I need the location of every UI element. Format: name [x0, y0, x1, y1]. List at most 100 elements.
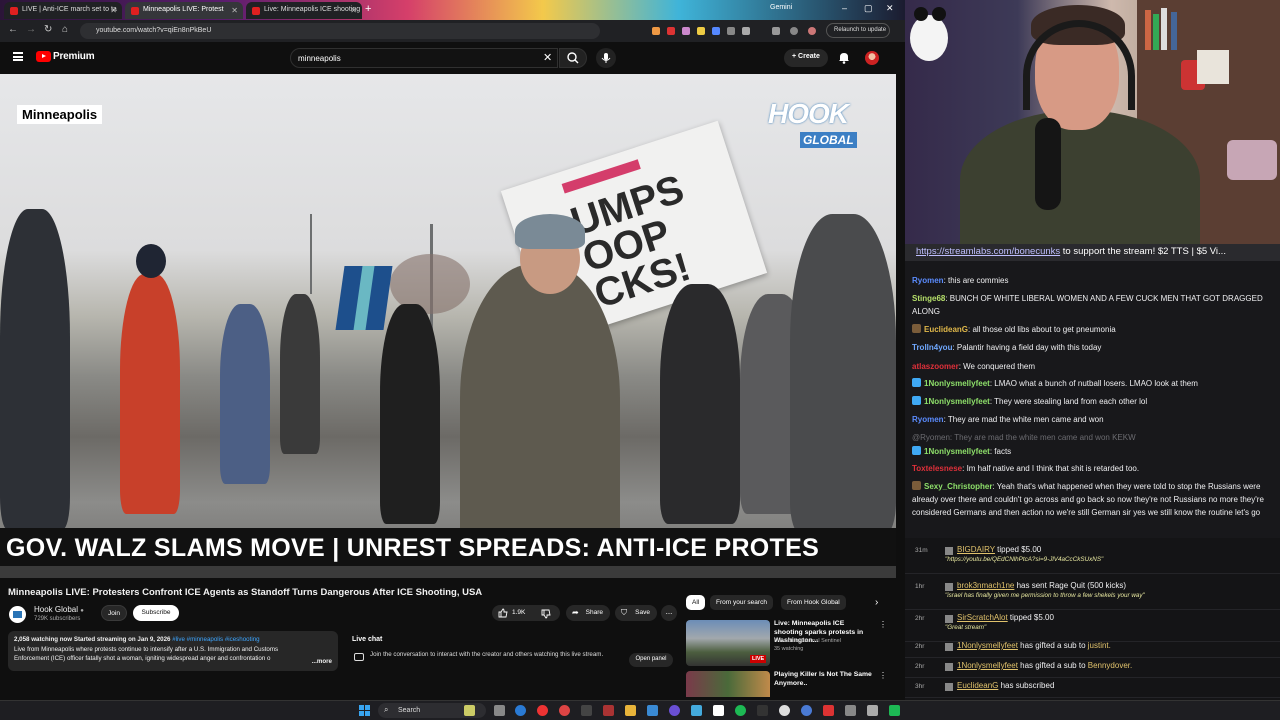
relaunch-button[interactable]: Relaunch to update	[826, 23, 890, 38]
app-icon[interactable]	[713, 705, 724, 716]
tab-ice-shooting[interactable]: Live: Minneapolis ICE shooting ✕	[246, 2, 362, 19]
sidepanel-icon[interactable]	[772, 27, 780, 35]
like-button[interactable]: 1.9K	[492, 605, 560, 621]
more-options-icon[interactable]: ⋮	[879, 671, 886, 680]
youtube-logo-icon[interactable]	[36, 51, 51, 62]
event-recipient[interactable]: justint.	[1088, 641, 1111, 650]
chat-username[interactable]: EuclideanG	[924, 325, 968, 334]
subscribe-button[interactable]: Subscribe	[133, 605, 179, 621]
forward-icon[interactable]: →	[26, 24, 36, 35]
download-icon[interactable]	[790, 27, 798, 35]
close-tab-icon[interactable]: ✕	[231, 6, 238, 15]
more-options-icon[interactable]: ⋮	[879, 620, 887, 629]
file-explorer-icon[interactable]	[625, 705, 636, 716]
app-icon[interactable]	[669, 705, 680, 716]
event-username[interactable]: SirScratchAlot	[957, 613, 1008, 622]
app-icon[interactable]	[757, 705, 768, 716]
app-icon[interactable]	[603, 705, 614, 716]
app-icon[interactable]	[867, 705, 878, 716]
chat-username[interactable]: Sexy_Christopher	[924, 482, 992, 491]
thumbs-down-icon[interactable]	[541, 609, 551, 619]
app-icon[interactable]	[559, 705, 570, 716]
extension-icon[interactable]	[652, 27, 660, 35]
home-icon[interactable]: ⌂	[62, 24, 68, 35]
chip-all[interactable]: All	[686, 595, 706, 610]
extension-icon[interactable]	[727, 27, 735, 35]
app-icon[interactable]	[801, 705, 812, 716]
description-more-link[interactable]: ...more	[312, 657, 332, 667]
close-window-icon[interactable]: ✕	[886, 3, 894, 14]
app-icon[interactable]	[647, 705, 658, 716]
profile-avatar-icon[interactable]	[808, 27, 816, 35]
share-button[interactable]: ➦ Share	[566, 605, 610, 621]
recommended-title[interactable]: Playing Killer Is Not The Same Anymore..	[774, 671, 874, 688]
voice-search-button[interactable]	[596, 48, 616, 68]
event-username[interactable]: 1Nonlysmellyfeet	[957, 661, 1018, 670]
hashtags[interactable]: #live #minneapolis #iceshooting	[172, 636, 259, 643]
event-username[interactable]: 1Nonlysmellyfeet	[957, 641, 1018, 650]
clear-search-icon[interactable]: ✕	[543, 51, 552, 64]
video-description[interactable]: 2,058 watching now Started streaming on …	[8, 631, 338, 671]
gemini-button[interactable]: Gemini	[770, 4, 792, 11]
video-thumbnail[interactable]: LIVE	[686, 620, 770, 666]
video-player[interactable]: UMPS OOP CKS! Minneapolis HOOK GLOBAL GOV.…	[0, 74, 896, 578]
spotify-icon[interactable]	[735, 705, 746, 716]
chat-username[interactable]: Ryomen	[912, 415, 944, 424]
event-recipient[interactable]: Bennydover.	[1088, 661, 1132, 670]
app-icon[interactable]	[823, 705, 834, 716]
chat-username[interactable]: Toxtelesnese	[912, 464, 962, 473]
chat-username[interactable]: 1Nonlysmellyfeet	[924, 447, 990, 456]
streamlabs-link[interactable]: https://streamlabs.com/bonecunks	[916, 246, 1060, 257]
account-avatar[interactable]	[865, 51, 879, 65]
puzzle-icon[interactable]	[742, 27, 750, 35]
create-button[interactable]: + Create	[784, 49, 828, 67]
channel-avatar[interactable]	[9, 606, 26, 623]
more-actions-button[interactable]: ...	[661, 605, 677, 621]
video-thumbnail[interactable]	[686, 671, 770, 697]
app-icon[interactable]	[845, 705, 856, 716]
open-panel-button[interactable]: Open panel	[629, 653, 673, 667]
chat-username[interactable]: Ryomen	[912, 276, 944, 285]
chrome-icon[interactable]	[537, 705, 548, 716]
edge-icon[interactable]	[515, 705, 526, 716]
extension-icon[interactable]	[682, 27, 690, 35]
minimize-icon[interactable]: –	[842, 3, 847, 13]
close-tab-icon[interactable]: ✕	[350, 6, 357, 15]
notifications-bell-icon[interactable]	[838, 51, 850, 64]
event-username[interactable]: brok3nmach1ne	[957, 581, 1014, 590]
chip-from-your-search[interactable]: From your search	[710, 595, 773, 610]
chip-from-hook-global[interactable]: From Hook Global	[781, 595, 846, 610]
widget-icon[interactable]	[464, 705, 475, 716]
app-icon[interactable]	[581, 705, 592, 716]
tab-minneapolis-live[interactable]: Minneapolis LIVE: Protest ✕	[125, 2, 243, 19]
chat-username[interactable]: 1Nonlysmellyfeet	[924, 379, 990, 388]
task-view-icon[interactable]	[494, 705, 505, 716]
obs-icon[interactable]	[779, 705, 790, 716]
extension-icon[interactable]	[667, 27, 675, 35]
event-username[interactable]: EuclideanG	[957, 681, 998, 690]
channel-name[interactable]: Hook Global ●	[34, 605, 84, 614]
app-icon[interactable]	[889, 705, 900, 716]
app-icon[interactable]	[691, 705, 702, 716]
event-username[interactable]: BIGDAIRY	[957, 545, 995, 554]
chevron-right-icon[interactable]: ›	[875, 597, 878, 608]
chat-username[interactable]: 1Nonlysmellyfeet	[924, 397, 990, 406]
search-button[interactable]	[559, 48, 587, 68]
close-tab-icon[interactable]: ✕	[110, 6, 117, 15]
chat-username[interactable]: Stinge68	[912, 294, 945, 303]
reload-icon[interactable]: ↻	[44, 24, 52, 35]
extension-icon[interactable]	[712, 27, 720, 35]
recommended-video[interactable]: LIVE Live: Minneapolis ICE shooting spar…	[686, 620, 887, 672]
chat-username[interactable]: Trolln4you	[912, 343, 952, 352]
hamburger-menu-icon[interactable]	[13, 52, 23, 61]
chat-username[interactable]: atlaszoomer	[912, 362, 959, 371]
maximize-icon[interactable]: ▢	[864, 3, 873, 14]
windows-start-icon[interactable]	[359, 705, 370, 716]
search-input[interactable]: minneapolis	[290, 48, 558, 68]
youtube-brand[interactable]: Premium	[53, 51, 95, 62]
save-button[interactable]: ⛉ Save	[615, 605, 657, 621]
tab-anti-ice-march[interactable]: LIVE | Anti-ICE march set to ta ✕	[4, 2, 122, 19]
extension-icon[interactable]	[697, 27, 705, 35]
recommended-video[interactable]: Playing Killer Is Not The Same Anymore..…	[686, 671, 886, 697]
new-tab-icon[interactable]: +	[365, 3, 371, 15]
